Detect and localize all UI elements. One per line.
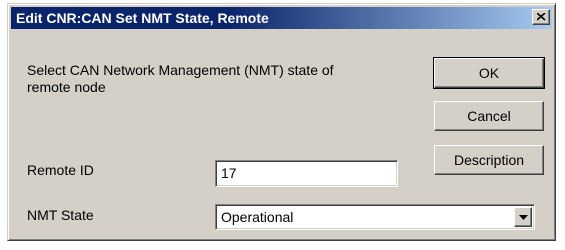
- instruction-text: Select CAN Network Management (NMT) stat…: [27, 62, 334, 95]
- cancel-button[interactable]: Cancel: [434, 101, 544, 131]
- edit-nmt-state-dialog: Edit CNR:CAN Set NMT State, Remote Selec…: [7, 3, 556, 241]
- window-title: Edit CNR:CAN Set NMT State, Remote: [16, 10, 269, 26]
- remote-id-value: 17: [221, 165, 237, 181]
- remote-id-label: Remote ID: [27, 162, 94, 178]
- dropdown-button[interactable]: [514, 207, 532, 227]
- ok-button[interactable]: OK: [433, 57, 545, 89]
- nmt-state-value: Operational: [221, 209, 294, 225]
- title-bar[interactable]: Edit CNR:CAN Set NMT State, Remote: [11, 7, 552, 29]
- close-button[interactable]: [532, 9, 550, 25]
- chevron-down-icon: [519, 215, 528, 220]
- description-button[interactable]: Description: [434, 145, 544, 175]
- nmt-state-dropdown[interactable]: Operational: [215, 204, 535, 230]
- nmt-state-label: NMT State: [27, 207, 94, 223]
- close-icon: [537, 13, 546, 21]
- remote-id-field[interactable]: 17: [215, 160, 398, 187]
